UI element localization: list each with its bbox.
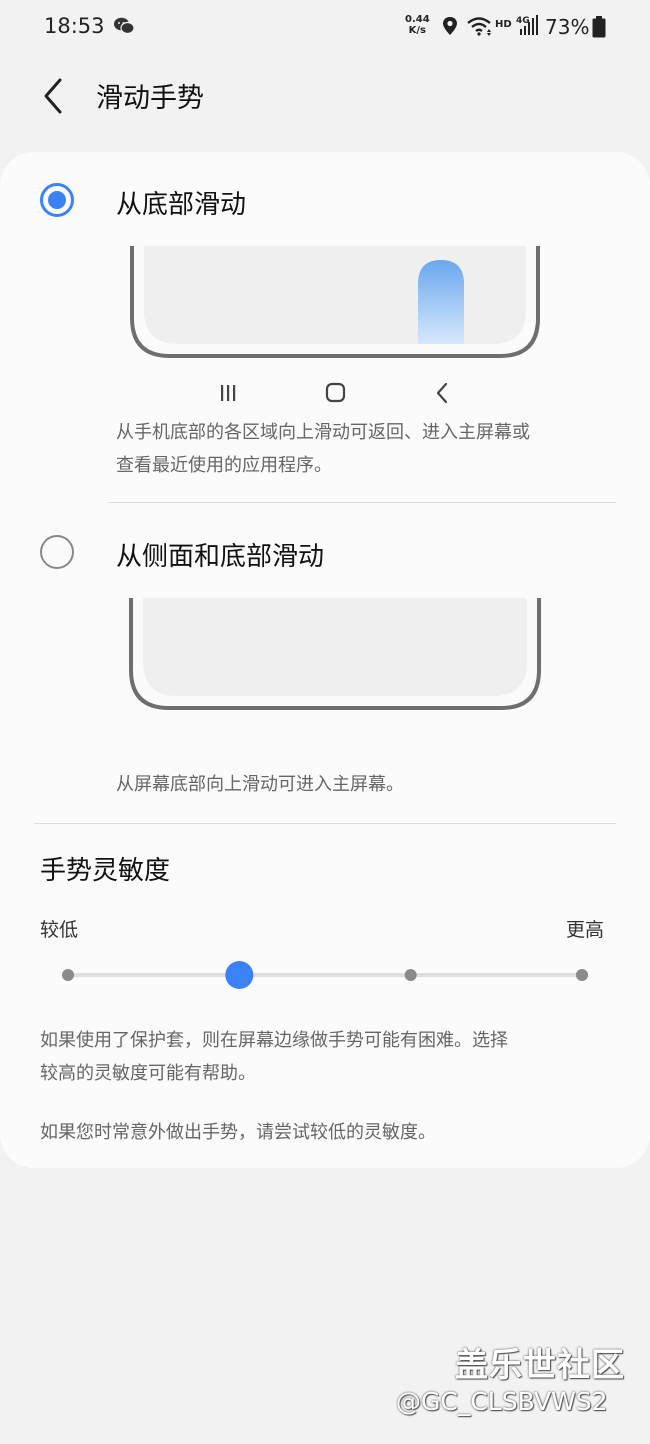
option-label-swipe-from-sides-and-bottom: 从侧面和底部滑动 — [116, 542, 325, 572]
network-label: 4G — [516, 16, 530, 26]
slider-stop[interactable] — [576, 969, 588, 981]
settings-card: 从底部滑动 从手机底部的各区域向上滑动可返回、进入主屏幕或 查看最近使用的应用程… — [0, 152, 650, 1168]
chevron-left-icon — [44, 78, 62, 114]
description-line: 查看最近使用的应用程序。 — [116, 455, 332, 476]
sensitivity-max-label: 更高 — [566, 919, 605, 941]
radio-swipe-from-sides-and-bottom[interactable] — [40, 535, 74, 569]
slider-stop[interactable] — [404, 969, 417, 981]
option-description-swipe-from-bottom: 从手机底部的各区域向上滑动可返回、进入主屏幕或 查看最近使用的应用程序。 — [116, 416, 530, 482]
sensitivity-title: 手势灵敏度 — [40, 856, 171, 886]
radio-swipe-from-bottom[interactable] — [40, 183, 74, 217]
watermark-community: 盖乐世社区 — [455, 1345, 625, 1384]
recents-icon — [221, 385, 236, 401]
wechat-icon — [114, 17, 135, 35]
swipe-gesture-indicator — [418, 260, 464, 344]
home-icon — [325, 382, 346, 403]
slider-thumb[interactable] — [225, 961, 254, 989]
divider — [108, 502, 616, 503]
wifi-icon — [467, 17, 491, 36]
divider — [34, 823, 616, 824]
signal-icon: 4G — [516, 15, 538, 35]
option-label-swipe-from-bottom: 从底部滑动 — [116, 190, 247, 220]
net-speed-unit: K/s — [408, 25, 427, 36]
option-description-swipe-from-sides-and-bottom: 从屏幕底部向上滑动可进入主屏幕。 — [116, 774, 404, 795]
battery-percent: 73% — [545, 15, 590, 39]
sensitivity-note-accidental: 如果您时常意外做出手势，请尝试较低的灵敏度。 — [40, 1122, 436, 1143]
watermark-handle: @GC_CLSBVWS2 — [396, 1387, 608, 1416]
back-button[interactable] — [30, 72, 78, 120]
sensitivity-slider[interactable] — [60, 960, 590, 990]
net-speed: 0.44 K/s — [405, 14, 430, 36]
note-line: 如果使用了保护套，则在屏幕边缘做手势可能有困难。选择 — [40, 1030, 508, 1051]
app-header: 滑动手势 — [0, 56, 650, 136]
slider-track — [68, 973, 582, 977]
status-bar: 18:53 0.44 K/s HD 4G 73% — [0, 0, 650, 56]
phone-illustration-bottom — [130, 246, 540, 358]
phone-illustration-sides — [129, 598, 541, 710]
description-line: 从手机底部的各区域向上滑动可返回、进入主屏幕或 — [116, 422, 530, 443]
battery-icon — [592, 16, 606, 38]
location-icon — [443, 17, 457, 35]
page-title: 滑动手势 — [96, 83, 204, 114]
back-icon — [436, 382, 448, 404]
nav-keys-illustration — [221, 382, 448, 404]
net-speed-value: 0.44 — [405, 14, 430, 25]
status-time: 18:53 — [44, 14, 105, 38]
hd-label: HD — [495, 19, 512, 30]
note-line: 较高的灵敏度可能有帮助。 — [40, 1063, 256, 1084]
sensitivity-min-label: 较低 — [40, 919, 79, 941]
sensitivity-note-case: 如果使用了保护套，则在屏幕边缘做手势可能有困难。选择 较高的灵敏度可能有帮助。 — [40, 1024, 508, 1090]
slider-stop[interactable] — [62, 969, 74, 981]
